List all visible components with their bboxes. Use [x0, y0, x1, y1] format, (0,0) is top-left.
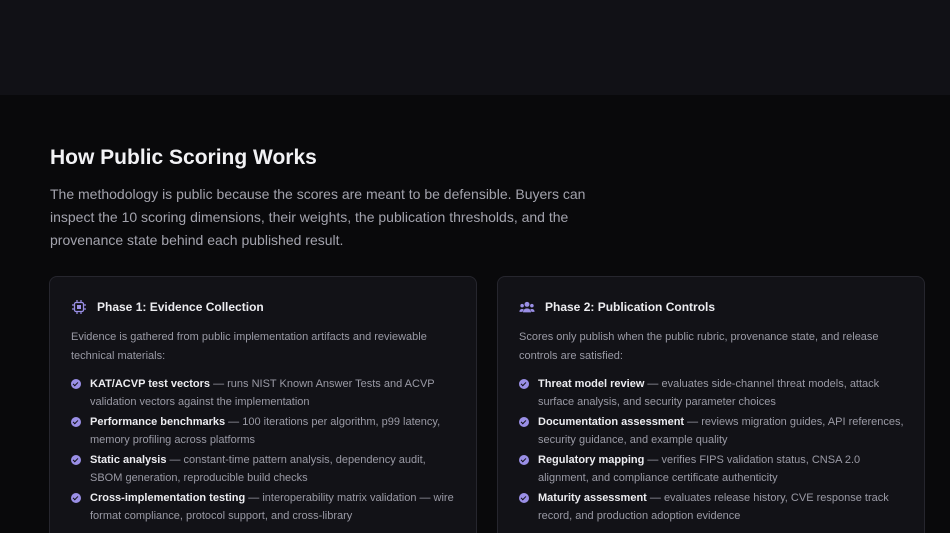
list-item: Threat model review — evaluates side-cha… [519, 375, 909, 411]
check-icon [519, 379, 529, 389]
list-item: Static analysis — constant-time pattern … [71, 451, 461, 487]
check-icon [519, 455, 529, 465]
users-icon [519, 299, 535, 315]
item-label: Cross-implementation testing [90, 492, 246, 504]
section-title: How Public Scoring Works [50, 146, 317, 169]
check-icon [519, 493, 529, 503]
phase-1-card: Phase 1: Evidence Collection Evidence is… [49, 276, 477, 533]
check-icon [71, 417, 81, 427]
item-label: Threat model review [538, 378, 645, 390]
top-band [0, 0, 950, 95]
check-icon [71, 493, 81, 503]
evidence-list: KAT/ACVP test vectors — runs NIST Known … [71, 375, 461, 527]
list-item: Maturity assessment — evaluates release … [519, 489, 909, 525]
card-description: Scores only publish when the public rubr… [519, 331, 879, 362]
list-item: Cross-implementation testing — interoper… [71, 489, 461, 525]
item-label: Documentation assessment [538, 416, 685, 428]
item-label: Maturity assessment [538, 492, 647, 504]
check-icon [71, 455, 81, 465]
list-item: Performance benchmarks — 100 iterations … [71, 413, 461, 449]
card-description: Evidence is gathered from public impleme… [71, 331, 427, 362]
check-icon [519, 417, 529, 427]
list-item: KAT/ACVP test vectors — runs NIST Known … [71, 375, 461, 411]
card-title: Phase 2: Publication Controls [545, 300, 716, 314]
controls-list: Threat model review — evaluates side-cha… [519, 375, 909, 527]
phase-2-card: Phase 2: Publication Controls Scores onl… [497, 276, 925, 533]
item-label: Regulatory mapping [538, 454, 645, 466]
card-header: Phase 2: Publication Controls [519, 299, 715, 315]
card-title: Phase 1: Evidence Collection [97, 300, 264, 314]
item-label: KAT/ACVP test vectors [90, 378, 211, 390]
section-intro: The methodology is public because the sc… [50, 186, 586, 248]
list-item: Documentation assessment — reviews migra… [519, 413, 909, 449]
item-label: Performance benchmarks [90, 416, 226, 428]
card-header: Phase 1: Evidence Collection [71, 299, 264, 315]
check-icon [71, 379, 81, 389]
item-label: Static analysis [90, 454, 167, 466]
chip-icon [71, 299, 87, 315]
list-item: Regulatory mapping — verifies FIPS valid… [519, 451, 909, 487]
